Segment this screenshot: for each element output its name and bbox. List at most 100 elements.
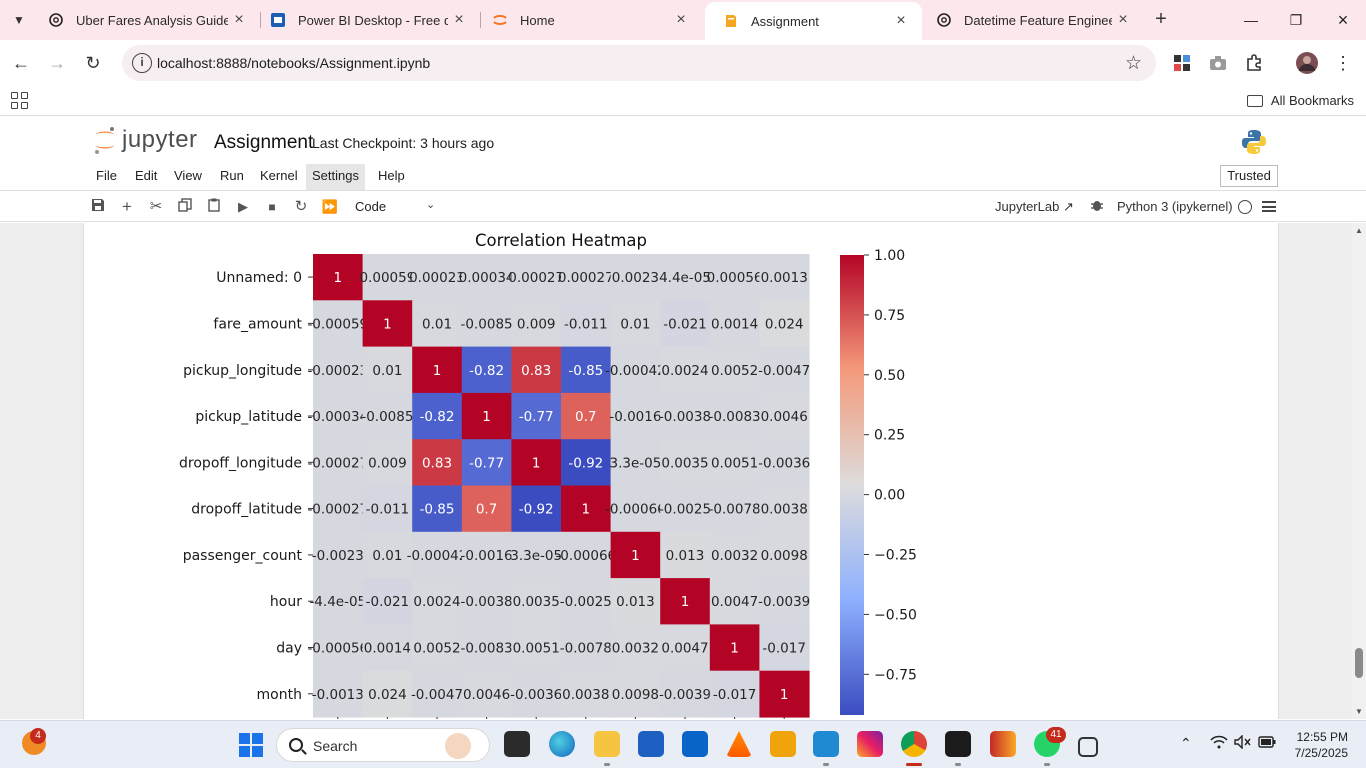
menu-kernel[interactable]: Kernel: [256, 168, 302, 183]
save-icon[interactable]: [89, 198, 107, 216]
heatmap-cell-label: -0.0039: [758, 594, 810, 610]
cell-type-select[interactable]: Code: [355, 199, 386, 214]
tab-title: Uber Fares Analysis Guide: [76, 12, 228, 28]
heatmap-cell-label: 0.0038: [562, 687, 609, 703]
bookmarks-bar: All Bookmarks: [0, 86, 1366, 116]
file-explorer-icon[interactable]: [594, 731, 620, 757]
paste-icon[interactable]: [205, 198, 223, 216]
tab-search-chevron-icon[interactable]: ▼: [6, 8, 32, 32]
tab-home[interactable]: Home ×: [474, 0, 702, 40]
add-cell-icon[interactable]: +: [118, 198, 136, 216]
speaker-muted-icon[interactable]: [1234, 734, 1252, 752]
close-tab-icon[interactable]: ×: [228, 11, 250, 29]
chevron-down-icon[interactable]: ⌄: [426, 198, 435, 211]
chevron-up-icon[interactable]: ⌃: [1180, 735, 1192, 752]
snipping-tool-icon[interactable]: [1078, 737, 1098, 757]
heatmap-cell-label: -0.0047: [758, 363, 810, 379]
all-bookmarks-button[interactable]: All Bookmarks: [1246, 93, 1354, 108]
kernel-name[interactable]: Python 3 (ipykernel): [1117, 199, 1233, 214]
new-tab-button[interactable]: +: [1150, 8, 1172, 32]
heatmap-cell-label: -0.77: [519, 409, 554, 425]
site-info-icon[interactable]: i: [132, 53, 152, 73]
back-arrow-icon[interactable]: ←: [8, 50, 34, 76]
jupyterlab-link[interactable]: JupyterLab ↗: [995, 199, 1074, 215]
menu-run[interactable]: Run: [216, 168, 248, 183]
fast-forward-icon[interactable]: ⏩: [321, 198, 339, 216]
battery-icon[interactable]: [1258, 735, 1276, 751]
forward-arrow-icon[interactable]: →: [44, 50, 70, 76]
tab-assignment[interactable]: Assignment ×: [705, 2, 922, 40]
terminal-icon[interactable]: [945, 731, 971, 757]
vlc-icon[interactable]: [726, 731, 752, 757]
heatmap-cell-label: 0.0038: [761, 502, 808, 518]
power-bi-icon[interactable]: [990, 731, 1016, 757]
heatmap-cell-label: -0.00034: [307, 409, 368, 425]
menu-help[interactable]: Help: [374, 168, 409, 183]
close-tab-icon[interactable]: ×: [890, 12, 912, 30]
menu-file[interactable]: File: [92, 168, 121, 183]
minimize-window-icon[interactable]: —: [1236, 8, 1266, 32]
heatmap-cell-label: 0.009: [517, 316, 556, 332]
profile-avatar[interactable]: [1295, 51, 1319, 75]
menu-view[interactable]: View: [170, 168, 206, 183]
menu-settings[interactable]: Settings: [306, 164, 365, 190]
close-tab-icon[interactable]: ×: [1112, 11, 1134, 29]
tab-power-bi[interactable]: Power BI Desktop - Free dow ×: [252, 0, 480, 40]
vscode-icon[interactable]: [813, 731, 839, 757]
debugger-bug-icon[interactable]: [1088, 198, 1106, 216]
hamburger-menu-icon[interactable]: [1262, 201, 1276, 212]
tab-uber-fares[interactable]: Uber Fares Analysis Guide ×: [30, 0, 260, 40]
bookmark-star-icon[interactable]: ☆: [1125, 52, 1142, 75]
vertical-scrollbar[interactable]: ▲ ▼: [1352, 223, 1366, 719]
wifi-icon[interactable]: [1210, 735, 1228, 752]
extensions-puzzle-icon[interactable]: [1242, 51, 1266, 75]
close-window-icon[interactable]: ×: [1328, 8, 1358, 32]
heatmap-cell-label: 0.0051: [513, 641, 560, 657]
heatmap-cell-label: 0.013: [666, 548, 705, 564]
heatmap-cell-label: 0.0035: [661, 455, 708, 471]
run-icon[interactable]: ▶: [234, 198, 252, 216]
jupyter-logo-text: jupyter: [122, 126, 198, 153]
chrome-icon[interactable]: [901, 731, 927, 757]
jupyter-logo[interactable]: jupyter: [92, 125, 198, 155]
heatmap-cell-label: -0.00027: [307, 502, 368, 518]
windows-start-icon[interactable]: [239, 733, 263, 757]
copy-icon[interactable]: [176, 198, 194, 216]
tab-datetime-feature[interactable]: Datetime Feature Engineerin ×: [918, 0, 1144, 40]
taskbar-search[interactable]: Search: [276, 728, 490, 762]
instagram-icon[interactable]: [857, 731, 883, 757]
tab-title: Datetime Feature Engineerin: [964, 12, 1112, 28]
apps-grid-icon[interactable]: [11, 92, 29, 110]
scroll-up-arrow-icon[interactable]: ▲: [1355, 226, 1363, 235]
notebook-title[interactable]: Assignment: [214, 132, 313, 154]
cut-icon[interactable]: ✂: [147, 198, 165, 216]
url-text[interactable]: localhost:8888/notebooks/Assignment.ipyn…: [157, 55, 430, 71]
heatmap-cell-label: -4.4e-05: [309, 594, 366, 610]
heatmap-cell-label: -0.0036: [758, 455, 810, 471]
restore-window-icon[interactable]: ❐: [1281, 8, 1311, 32]
address-bar[interactable]: i localhost:8888/notebooks/Assignment.ip…: [122, 45, 1156, 81]
stop-icon[interactable]: ■: [263, 198, 281, 216]
outlook-icon[interactable]: [682, 731, 708, 757]
close-tab-icon[interactable]: ×: [448, 11, 470, 29]
edge-browser-icon[interactable]: [549, 731, 575, 757]
close-tab-icon[interactable]: ×: [670, 11, 692, 29]
sublime-text-icon[interactable]: [770, 731, 796, 757]
menu-edit[interactable]: Edit: [131, 168, 161, 183]
reload-icon[interactable]: ↻: [80, 50, 106, 76]
heatmap-cell-label: -0.0085: [361, 409, 413, 425]
system-clock[interactable]: 12:55 PM 7/25/2025: [1284, 729, 1348, 761]
kebab-menu-icon[interactable]: ⋮: [1331, 51, 1355, 75]
camera-icon[interactable]: [1206, 51, 1230, 75]
extension-grid-icon[interactable]: [1170, 51, 1194, 75]
external-link-icon: ↗: [1062, 199, 1074, 214]
heatmap-cell-label: -0.0083: [461, 641, 513, 657]
scroll-down-arrow-icon[interactable]: ▼: [1355, 707, 1363, 716]
scrollbar-thumb[interactable]: [1355, 648, 1363, 678]
restart-icon[interactable]: ↻: [292, 198, 310, 216]
task-view-icon[interactable]: [504, 731, 530, 757]
microsoft-store-icon[interactable]: [638, 731, 664, 757]
running-indicator: [1044, 763, 1050, 766]
heatmap-cell-label: -0.0085: [461, 316, 513, 332]
trusted-indicator[interactable]: Trusted: [1220, 165, 1278, 187]
